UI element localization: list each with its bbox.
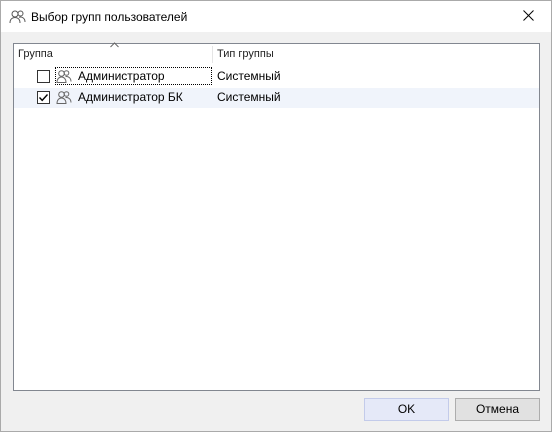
row-checkbox[interactable] bbox=[37, 91, 50, 104]
group-type: Системный bbox=[217, 69, 281, 83]
cancel-button[interactable]: Отмена bbox=[455, 398, 540, 421]
sort-ascending-icon bbox=[110, 42, 119, 48]
column-divider[interactable] bbox=[212, 46, 213, 63]
group-name: Администратор bbox=[78, 69, 165, 83]
groups-list[interactable]: Группа Тип группы Администратор Системны… bbox=[13, 42, 540, 391]
group-type: Системный bbox=[217, 90, 281, 104]
list-header: Группа Тип группы bbox=[14, 42, 539, 65]
user-group-icon bbox=[56, 90, 72, 105]
close-icon bbox=[522, 9, 534, 24]
row-checkbox[interactable] bbox=[37, 70, 50, 83]
dialog-title: Выбор групп пользователей bbox=[31, 10, 188, 24]
close-button[interactable] bbox=[505, 1, 551, 32]
checkmark-icon bbox=[38, 94, 49, 102]
list-item[interactable]: Администратор БК Системный bbox=[14, 88, 539, 108]
list-item[interactable]: Администратор Системный bbox=[14, 67, 539, 87]
column-header-group[interactable]: Группа bbox=[18, 44, 53, 65]
ok-button[interactable]: OK bbox=[364, 398, 449, 421]
group-name: Администратор БК bbox=[78, 90, 183, 104]
title-bar[interactable]: Выбор групп пользователей bbox=[1, 1, 551, 32]
users-icon bbox=[9, 9, 27, 25]
dialog-window: Выбор групп пользователей Группа Тип гру… bbox=[0, 0, 552, 432]
column-header-type[interactable]: Тип группы bbox=[217, 44, 274, 65]
